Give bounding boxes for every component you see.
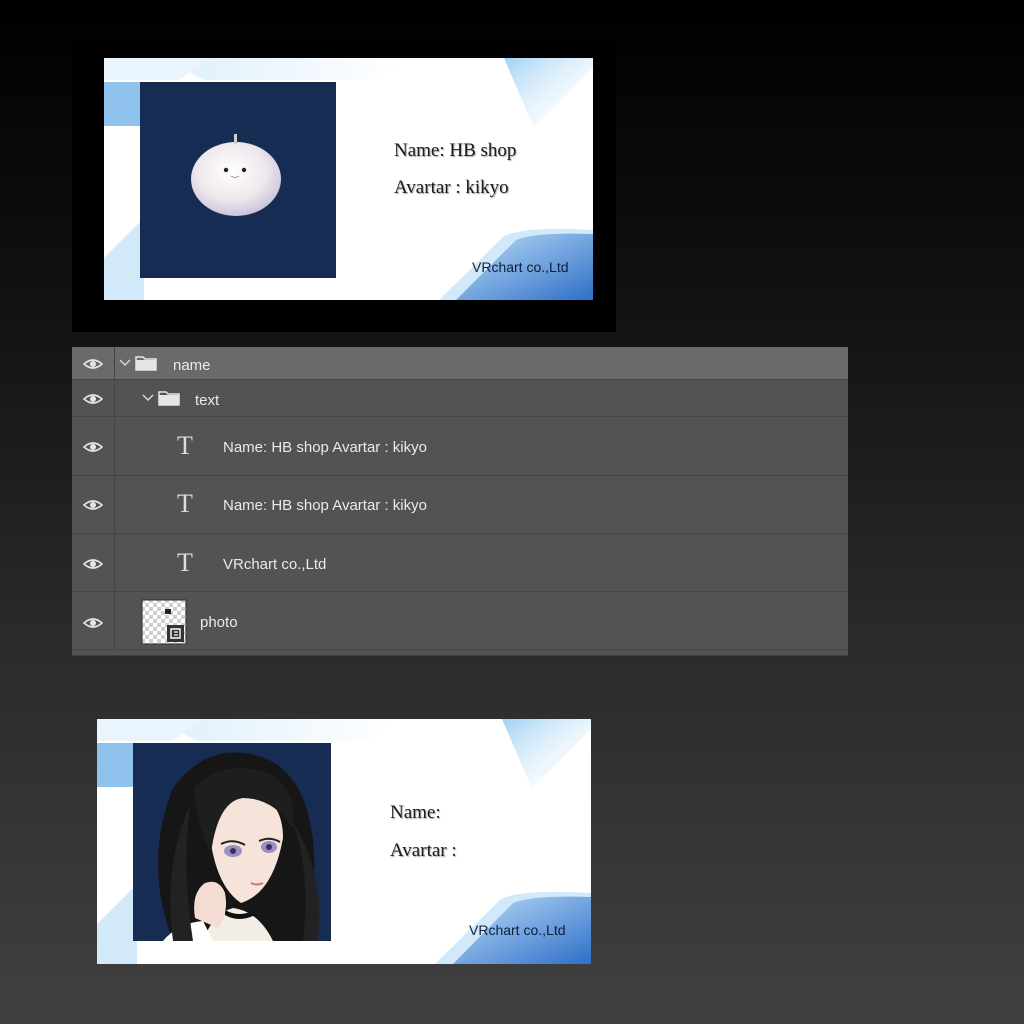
avatar-photo-frame: [140, 82, 336, 278]
type-icon: T: [177, 548, 193, 577]
layer-label: text: [195, 392, 220, 409]
layer-group-name[interactable]: name: [72, 347, 848, 380]
layer-label: VRchart co.,Ltd: [223, 556, 327, 573]
folder-icon: [158, 391, 180, 406]
layer-label: Name: HB shop Avartar : kikyo: [223, 439, 427, 456]
apple-mascot-image: [191, 134, 281, 216]
anime-avatar-image: [158, 752, 320, 941]
card-company-text: VRchart co.,Ltd: [472, 259, 569, 275]
card-company-text: VRchart co.,Ltd: [469, 922, 566, 938]
smart-object-icon: [167, 625, 184, 642]
business-card-top: Name: HB shop Avartar : kikyo VRchart co…: [104, 58, 593, 300]
eye-icon[interactable]: [83, 357, 103, 371]
layer-label: photo: [200, 614, 238, 631]
visibility-column: [72, 476, 115, 533]
avatar-photo-frame: [133, 743, 331, 941]
visibility-column: [72, 534, 115, 591]
folder-icon: [135, 356, 157, 371]
visibility-column: [72, 347, 115, 379]
chevron-down-icon[interactable]: [142, 393, 154, 403]
business-card-bottom: Name: Avartar : VRchart co.,Ltd: [97, 719, 591, 964]
eye-icon[interactable]: [83, 557, 103, 571]
photo-layer-row[interactable]: photo: [72, 592, 848, 650]
card-avatar-text: Avartar : kikyo: [394, 177, 509, 198]
text-layer-row[interactable]: T Name: HB shop Avartar : kikyo: [72, 476, 848, 534]
text-layer-row[interactable]: T VRchart co.,Ltd: [72, 534, 848, 592]
card-name-text: Name: HB shop: [394, 140, 517, 161]
type-icon: T: [177, 431, 193, 460]
text-layer-row[interactable]: T Name: HB shop Avartar : kikyo: [72, 418, 848, 476]
eye-icon[interactable]: [83, 392, 103, 406]
layers-panel: name text T Name: HB shop Avartar : kiky…: [72, 347, 848, 656]
eye-icon[interactable]: [83, 440, 103, 454]
visibility-column: [72, 381, 115, 416]
card-preview-frame: Name: HB shop Avartar : kikyo VRchart co…: [72, 40, 616, 332]
card-avatar-text: Avartar :: [390, 840, 457, 861]
eye-icon[interactable]: [83, 498, 103, 512]
visibility-column: [72, 418, 115, 475]
type-icon: T: [177, 489, 193, 518]
eye-icon[interactable]: [83, 616, 103, 630]
card-name-text: Name:: [390, 802, 441, 823]
visibility-column: [72, 592, 115, 649]
layer-label: Name: HB shop Avartar : kikyo: [223, 497, 427, 514]
layer-group-text[interactable]: text: [72, 381, 848, 417]
chevron-down-icon[interactable]: [119, 358, 131, 368]
layer-label: name: [173, 357, 211, 374]
layer-thumbnail[interactable]: [141, 599, 187, 645]
